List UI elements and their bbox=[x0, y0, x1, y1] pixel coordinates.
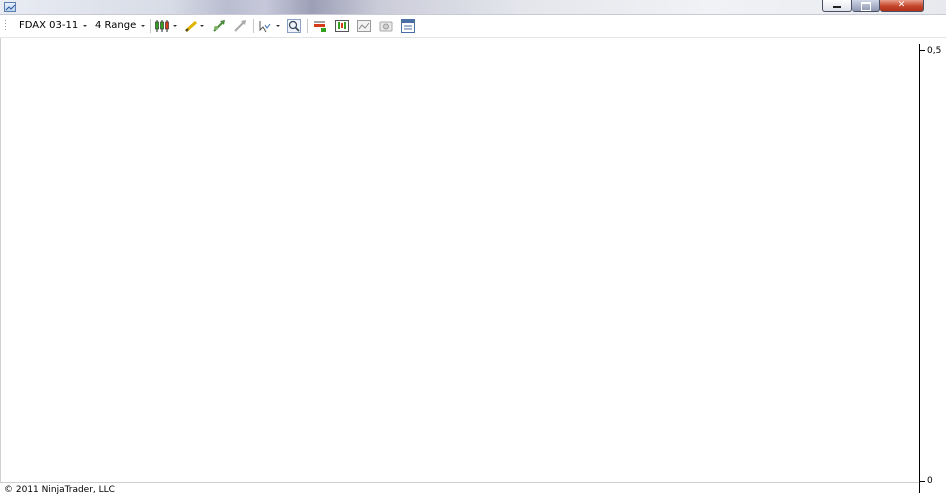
zoom-out-arrows-icon[interactable] bbox=[233, 19, 247, 33]
image-snapshot-icon[interactable] bbox=[357, 19, 371, 33]
chevron-down-icon[interactable] bbox=[200, 25, 204, 27]
cursor-select-icon[interactable] bbox=[258, 19, 272, 33]
toolbar-separator bbox=[253, 19, 254, 33]
chart-bottom-border bbox=[0, 482, 919, 483]
drawing-pencil-icon[interactable] bbox=[184, 19, 198, 33]
close-icon: ✕ bbox=[897, 0, 906, 10]
chart-left-border bbox=[0, 38, 1, 482]
toolbar-grip[interactable] bbox=[5, 20, 6, 31]
chevron-down-icon[interactable] bbox=[276, 25, 280, 27]
chevron-down-icon[interactable] bbox=[83, 25, 87, 27]
y-axis-tick bbox=[919, 50, 925, 51]
minimize-icon bbox=[833, 6, 841, 8]
minimize-button[interactable] bbox=[822, 0, 852, 12]
chevron-down-icon[interactable] bbox=[173, 25, 177, 27]
y-axis-tick bbox=[919, 481, 925, 482]
toolbar-separator bbox=[307, 19, 308, 33]
maximize-button[interactable] bbox=[852, 0, 880, 12]
chart-app-icon[interactable] bbox=[4, 2, 16, 12]
title-bar: ✕ bbox=[0, 0, 946, 15]
chevron-down-icon[interactable] bbox=[141, 25, 145, 27]
copyright-text: © 2011 NinjaTrader, LLC bbox=[4, 485, 115, 495]
properties-icon[interactable] bbox=[401, 19, 415, 33]
camera-icon[interactable] bbox=[379, 19, 393, 33]
toolbar-separator bbox=[150, 19, 151, 33]
zoom-in-arrows-icon[interactable] bbox=[212, 19, 226, 33]
close-button[interactable]: ✕ bbox=[880, 0, 924, 12]
instrument-selector[interactable]: FDAX 03-11 bbox=[19, 20, 78, 32]
interval-selector[interactable]: 4 Range bbox=[95, 20, 136, 32]
magnifier-icon[interactable] bbox=[287, 19, 301, 33]
strategies-icon[interactable] bbox=[335, 19, 349, 33]
y-axis[interactable] bbox=[919, 44, 920, 493]
y-axis-label: 0,5 bbox=[927, 46, 942, 56]
chart-panel[interactable] bbox=[0, 38, 919, 482]
bar-type-candlestick-icon[interactable] bbox=[155, 19, 169, 33]
chart-toolbar: FDAX 03-11 4 Range bbox=[0, 15, 946, 38]
y-axis-label: 0 bbox=[927, 476, 933, 486]
indicators-icon[interactable] bbox=[313, 19, 327, 33]
maximize-icon bbox=[860, 2, 871, 11]
